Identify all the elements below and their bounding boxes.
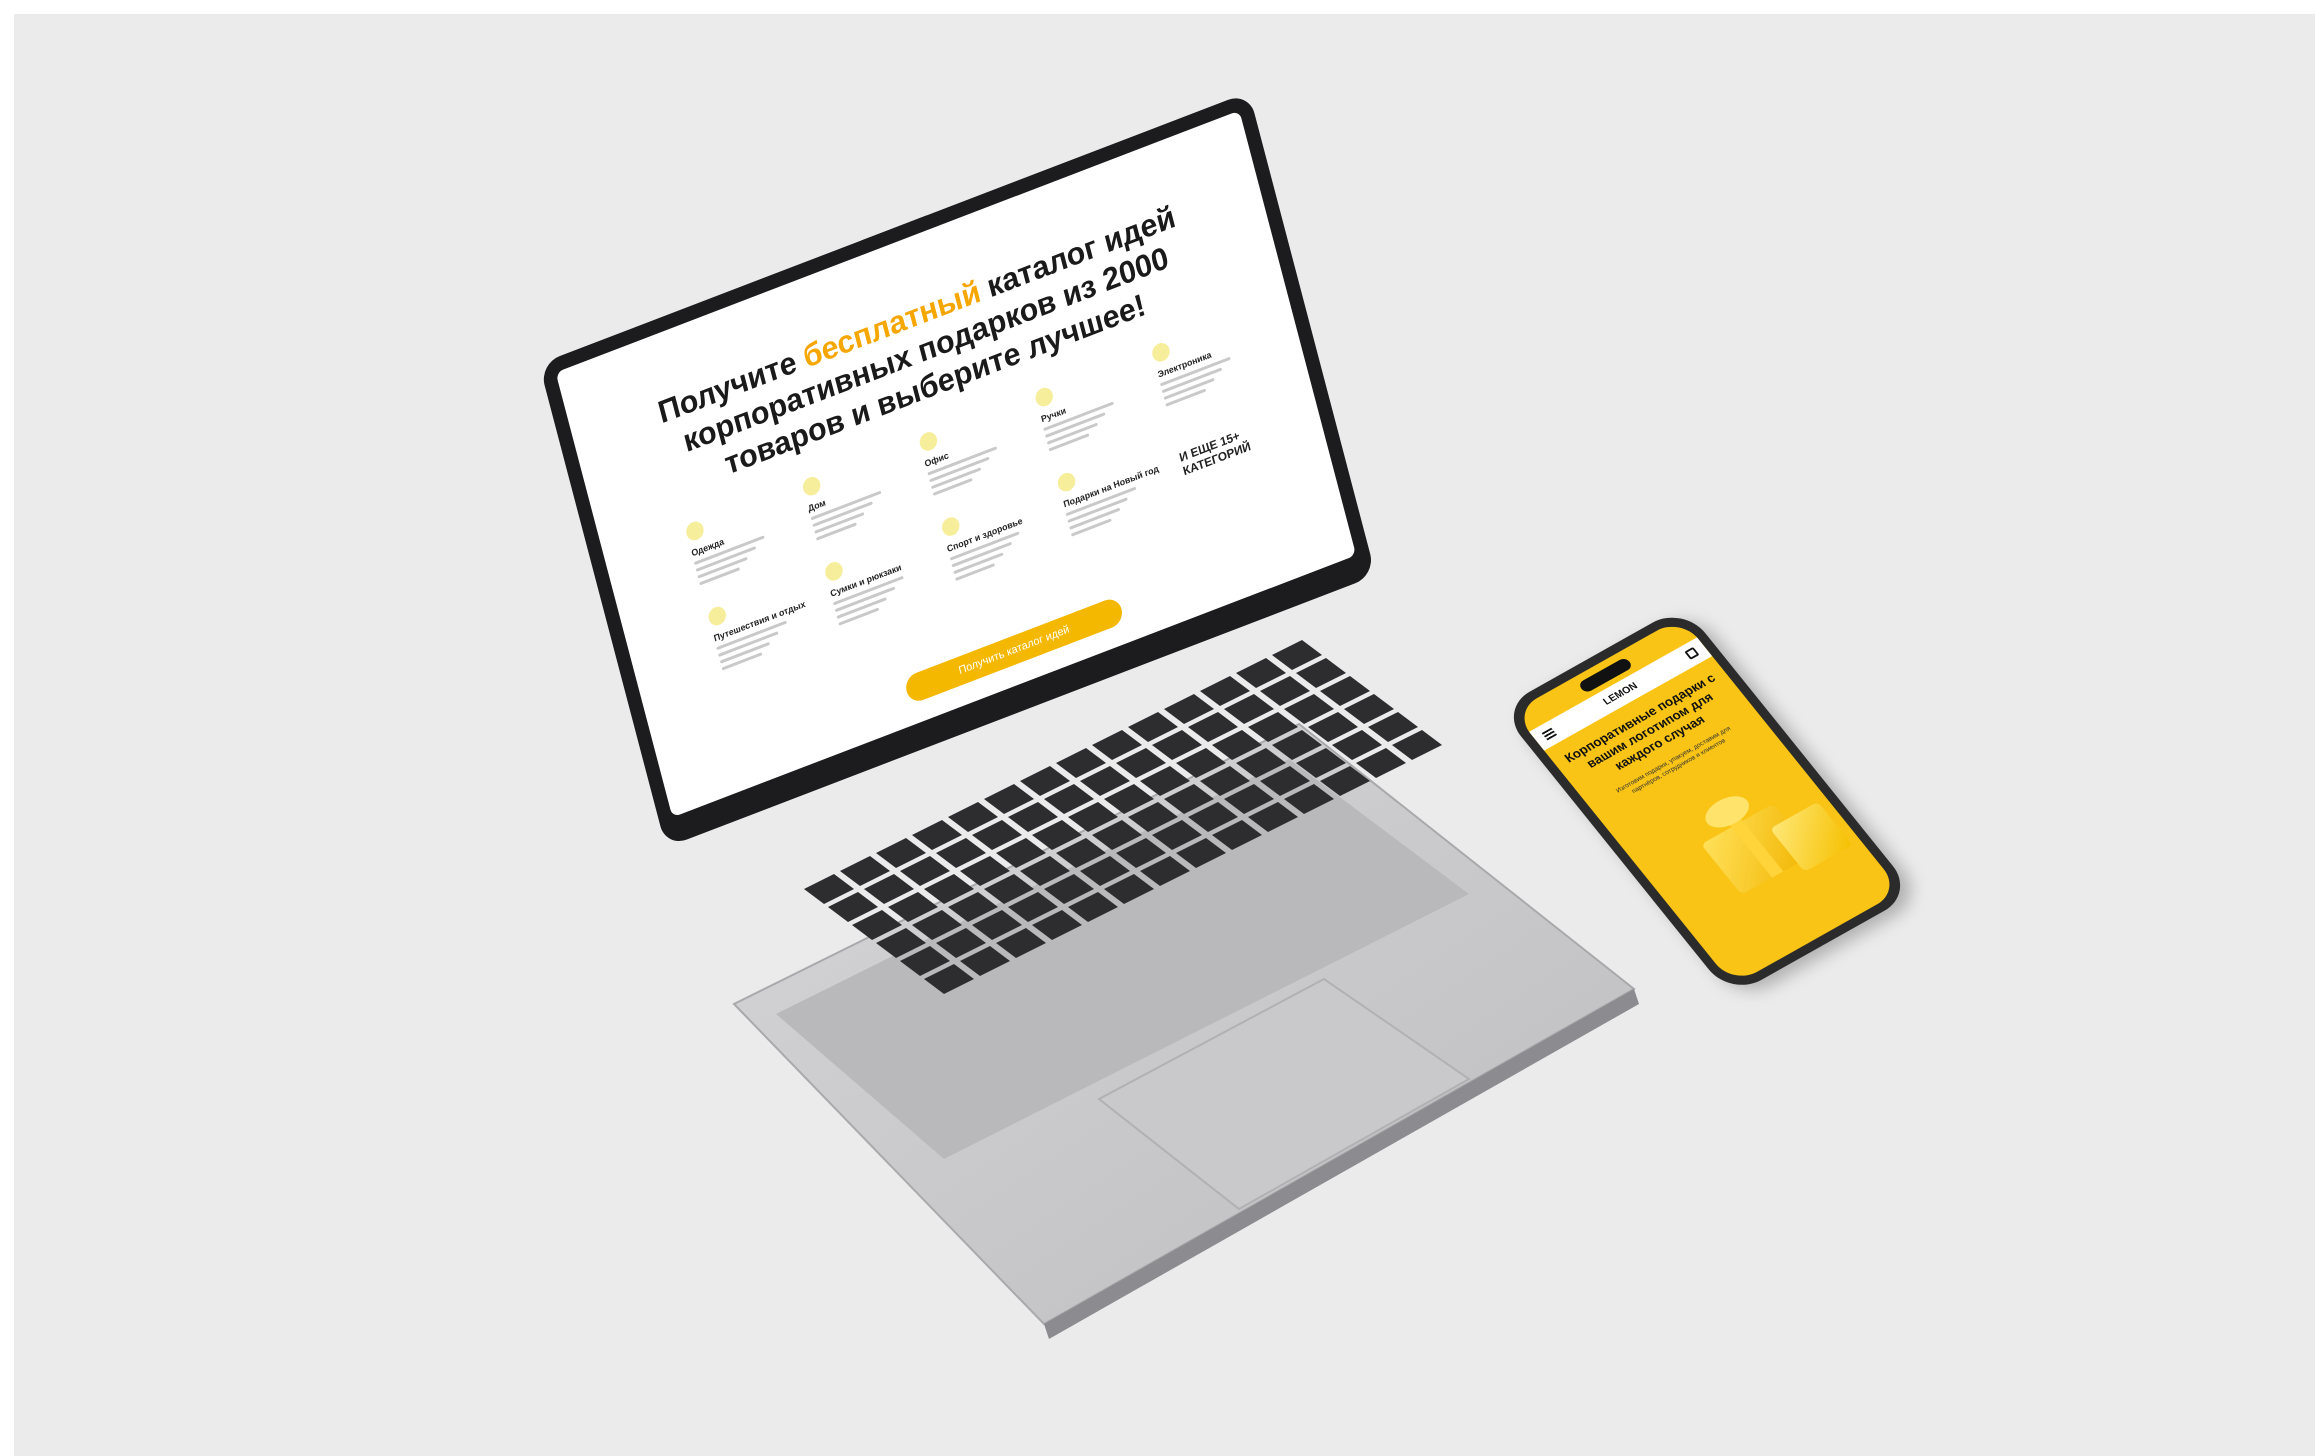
category-icon: [1056, 470, 1078, 494]
category-icon: [706, 604, 728, 628]
more-categories-label: И ЕЩЕ 15+ КАТЕГОРИЙ: [1177, 428, 1253, 479]
category-item: Спорт и здоровье: [939, 483, 1057, 585]
category-item: Подарки на Новый год: [1056, 438, 1173, 540]
category-item: Дом: [800, 443, 918, 545]
mockup-scene: Получите бесплатный каталог идей корпора…: [14, 14, 2315, 1456]
category-icon: [684, 519, 706, 543]
category-icon: [823, 559, 845, 584]
category-icon: [917, 429, 939, 454]
brand-logo[interactable]: LEMON: [1601, 681, 1640, 708]
category-icon: [800, 474, 823, 499]
category-item: Путешествия и отдых: [706, 572, 824, 674]
category-icon: [1150, 340, 1172, 365]
category-item: Сумки и рюкзаки: [823, 528, 940, 630]
category-icon: [939, 514, 962, 539]
cart-icon[interactable]: [1684, 646, 1700, 660]
category-item: Ручки: [1033, 353, 1151, 455]
category-item: Электроника: [1150, 309, 1267, 411]
menu-icon[interactable]: [1541, 727, 1558, 741]
category-item: Офис: [917, 398, 1034, 500]
category-item: Одежда: [684, 487, 801, 589]
category-icon: [1033, 384, 1056, 409]
